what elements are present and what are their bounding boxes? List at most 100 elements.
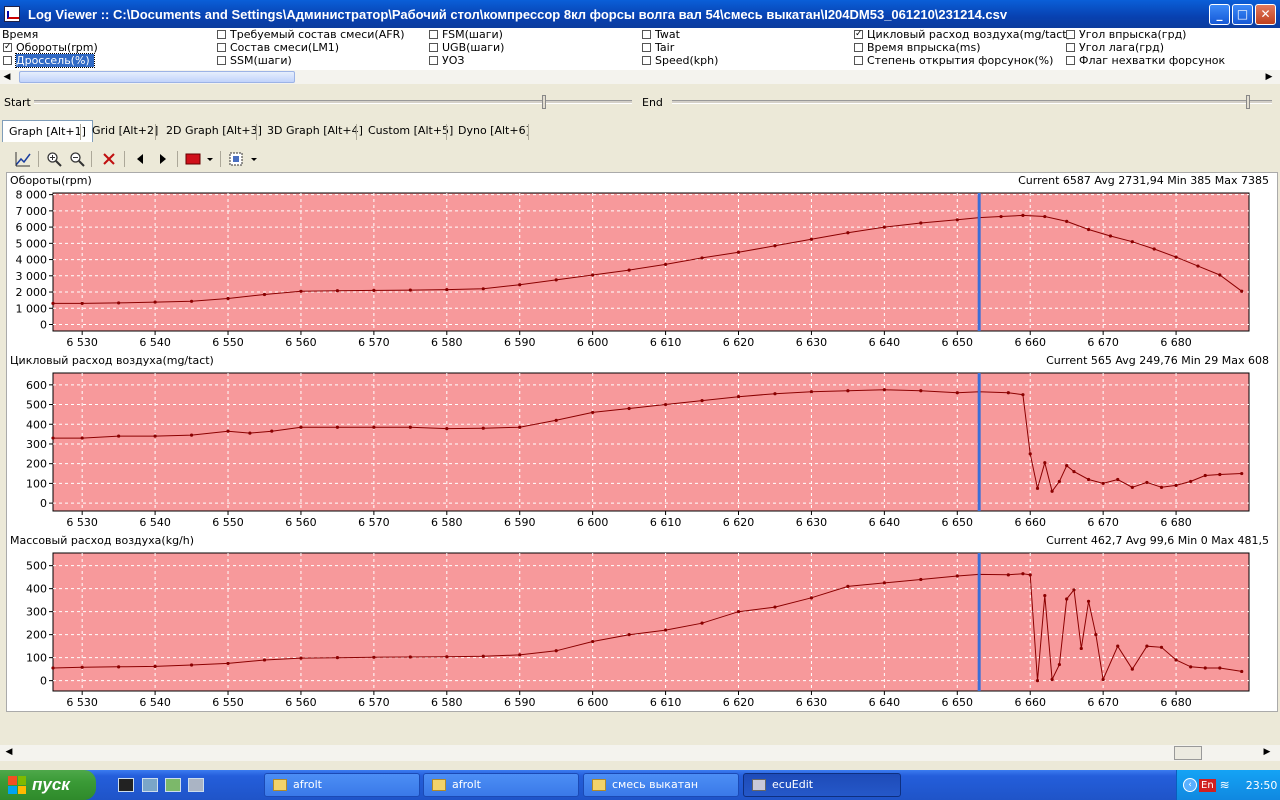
param-checkbox[interactable] xyxy=(854,43,863,52)
tab-2d-graph[interactable]: 2D Graph [Alt+3] xyxy=(160,120,268,142)
param-checkbox[interactable] xyxy=(642,30,651,39)
param-item[interactable]: FSM(шаги) xyxy=(428,28,504,41)
param-checkbox[interactable] xyxy=(429,30,438,39)
param-item[interactable]: Угол лага(грд) xyxy=(1065,41,1225,54)
param-item[interactable]: Время впрыска(ms) xyxy=(853,41,1071,54)
data-point xyxy=(955,218,959,222)
close-button[interactable]: ✕ xyxy=(1255,3,1276,25)
graph-plot[interactable]: 6 530 6 540 6 550 6 560 6 570 6 580 6 590 6 600… xyxy=(7,533,1277,713)
taskbar-item-active[interactable]: ecuEdit xyxy=(743,773,901,797)
scroll-right-icon[interactable]: ▶ xyxy=(1262,70,1276,84)
param-item[interactable]: ✓ Обороты(rpm) xyxy=(2,41,98,54)
graph-scrollbar[interactable]: ◀ ▶ xyxy=(0,745,1280,761)
taskbar-item[interactable]: смесь выкатан xyxy=(583,773,739,797)
param-item[interactable]: Speed(kph) xyxy=(641,54,718,67)
param-item[interactable]: SSM(шаги) xyxy=(216,54,405,67)
quicklaunch-desktop-icon[interactable] xyxy=(118,778,134,792)
param-item[interactable]: Флаг нехватки форсунок xyxy=(1065,54,1225,67)
data-point xyxy=(736,395,741,399)
param-item[interactable]: Угол впрыска(грд) xyxy=(1065,28,1225,41)
x-tick-label: 6 590 xyxy=(504,336,536,349)
param-item[interactable]: Степень открытия форсунок(%) xyxy=(853,54,1071,67)
graphs-area: Обороты(rpm) Current 6587 Avg 2731,94 Mi… xyxy=(6,172,1278,712)
quicklaunch-app-icon[interactable] xyxy=(165,778,181,792)
grid-layout-icon[interactable] xyxy=(228,149,260,169)
param-checkbox[interactable] xyxy=(642,56,651,65)
next-icon[interactable] xyxy=(153,149,173,169)
data-point xyxy=(1043,593,1047,598)
param-checkbox[interactable] xyxy=(642,43,651,52)
param-checkbox[interactable]: ✓ xyxy=(3,43,12,52)
tab-3d-graph[interactable]: 3D Graph [Alt+4] xyxy=(261,120,369,142)
x-tick-label: 6 630 xyxy=(796,516,828,529)
scroll-thumb[interactable] xyxy=(19,71,295,83)
graph-panel-mass-airflow: Массовый расход воздуха(kg/h) Current 46… xyxy=(7,533,1277,713)
scroll-left-icon[interactable]: ◀ xyxy=(2,745,16,759)
scroll-thumb[interactable] xyxy=(1174,746,1202,760)
color-icon[interactable] xyxy=(184,149,216,169)
maximize-button[interactable]: □ xyxy=(1232,3,1253,25)
param-checkbox[interactable] xyxy=(217,56,226,65)
data-point xyxy=(1006,391,1010,395)
tab-grid[interactable]: Grid [Alt+2] xyxy=(86,120,164,142)
param-item[interactable]: Время xyxy=(2,28,98,41)
scroll-left-icon[interactable]: ◀ xyxy=(0,70,14,84)
graph-plot[interactable]: 6 530 6 540 6 550 6 560 6 570 6 580 6 590 6 600… xyxy=(7,173,1277,353)
parameter-scrollbar[interactable]: ◀ ▶ xyxy=(0,70,1280,84)
data-point xyxy=(445,288,449,292)
param-item[interactable]: Требуемый состав смеси(AFR) xyxy=(216,28,405,41)
data-point xyxy=(51,436,55,440)
param-checkbox[interactable] xyxy=(217,30,226,39)
taskbar-item[interactable]: afrolt xyxy=(264,773,420,797)
taskbar-item[interactable]: afrolt xyxy=(423,773,579,797)
data-point xyxy=(1159,645,1164,649)
data-point xyxy=(1218,273,1222,277)
chart-properties-icon[interactable] xyxy=(13,149,33,169)
param-checkbox[interactable] xyxy=(1066,56,1075,65)
quicklaunch-network-icon[interactable] xyxy=(142,778,158,792)
param-checkbox[interactable] xyxy=(217,43,226,52)
param-checkbox[interactable] xyxy=(1066,43,1075,52)
param-item[interactable]: Twat xyxy=(641,28,718,41)
minimize-button[interactable]: _ xyxy=(1209,3,1230,25)
data-point xyxy=(248,431,252,435)
param-checkbox[interactable] xyxy=(429,56,438,65)
param-item[interactable]: Состав смеси(LM1) xyxy=(216,41,405,54)
param-checkbox[interactable] xyxy=(429,43,438,52)
x-tick-label: 6 640 xyxy=(869,336,901,349)
x-tick-label: 6 550 xyxy=(212,516,244,529)
start-slider-thumb[interactable] xyxy=(542,95,546,109)
tab-dyno[interactable]: Dyno [Alt+6] xyxy=(452,120,536,142)
graph-plot[interactable]: 6 530 6 540 6 550 6 560 6 570 6 580 6 590 6 600… xyxy=(7,353,1277,533)
previous-icon[interactable] xyxy=(130,149,150,169)
param-item[interactable]: Tair xyxy=(641,41,718,54)
quicklaunch-calc-icon[interactable] xyxy=(188,778,204,792)
param-item[interactable]: ✓ Цикловый расход воздуха(mg/tact) xyxy=(853,28,1071,41)
parameter-list: Время ✓ Обороты(rpm) Дроссель(%) Требуемый с… xyxy=(0,28,1280,70)
param-item[interactable]: УОЗ xyxy=(428,54,504,67)
param-item[interactable]: UGB(шаги) xyxy=(428,41,504,54)
data-point xyxy=(270,429,274,433)
tray-expand-icon[interactable]: ‹ xyxy=(1183,778,1197,792)
zoom-in-icon[interactable] xyxy=(44,149,64,169)
y-tick-label: 5 000 xyxy=(16,237,48,250)
y-tick-label: 6 000 xyxy=(16,221,48,234)
wifi-icon[interactable]: ≋ xyxy=(1220,778,1230,792)
y-tick-label: 400 xyxy=(26,418,47,431)
param-checkbox[interactable]: ✓ xyxy=(854,30,863,39)
param-checkbox[interactable] xyxy=(3,56,12,65)
end-slider-thumb[interactable] xyxy=(1246,95,1250,109)
x-tick-label: 6 630 xyxy=(796,696,828,709)
x-tick-label: 6 630 xyxy=(796,336,828,349)
param-item[interactable]: Дроссель(%) xyxy=(2,53,98,68)
param-checkbox[interactable] xyxy=(854,56,863,65)
start-button[interactable]: пуск xyxy=(0,770,96,800)
language-indicator[interactable]: En xyxy=(1199,778,1216,792)
zoom-out-icon[interactable] xyxy=(67,149,87,169)
end-slider[interactable] xyxy=(672,95,1272,109)
scroll-right-icon[interactable]: ▶ xyxy=(1260,745,1274,759)
tab-custom[interactable]: Custom [Alt+5] xyxy=(362,120,459,142)
param-checkbox[interactable] xyxy=(1066,30,1075,39)
start-slider[interactable] xyxy=(34,95,632,109)
delete-icon[interactable] xyxy=(99,149,119,169)
